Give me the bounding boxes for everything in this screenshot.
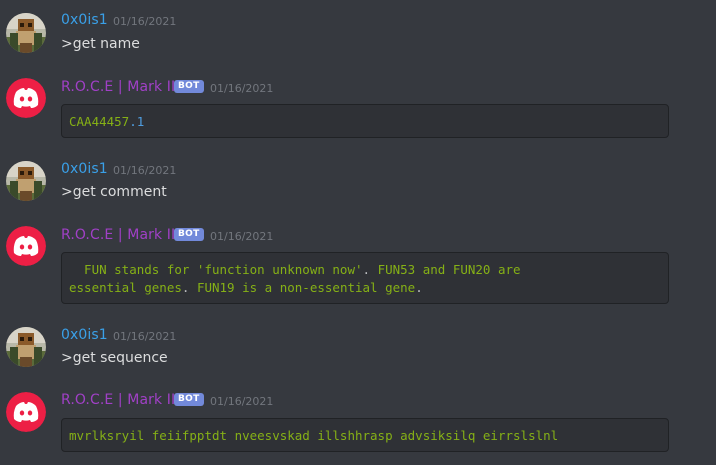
pixel-character-avatar-icon [6,13,46,53]
bot-badge: BOT [174,228,204,241]
code-punct: . [415,280,423,295]
code-block: CAA44457.1 [61,104,669,138]
code-number: .1 [129,114,145,129]
message-user: 0x0is1 01/16/2021 >get comment [0,150,716,218]
message-bot: R.O.C.E | Mark II BOT 01/16/2021 FUN sta… [0,218,716,318]
message-bot: R.O.C.E | Mark II BOT 01/16/2021 CAA4445… [0,70,716,150]
bot-badge: BOT [174,393,204,406]
author-name[interactable]: R.O.C.E | Mark II [61,392,175,408]
discord-logo-icon [6,392,46,432]
bot-avatar[interactable] [6,226,46,266]
message-timestamp: 01/16/2021 [210,395,274,408]
message-timestamp: 01/16/2021 [113,330,177,343]
message-text: >get name [61,36,140,52]
code-text: essential genes [69,280,182,295]
code-text: FUN53 and FUN20 are [377,262,521,277]
discord-logo-icon [6,226,46,266]
code-punct: . [181,280,197,295]
bot-badge: BOT [174,80,204,93]
user-avatar[interactable] [6,161,46,201]
user-avatar[interactable] [6,327,46,367]
message-text: >get sequence [61,350,168,366]
message-bot: R.O.C.E | Mark II BOT 01/16/2021 mvrlksr… [0,384,716,465]
pixel-character-avatar-icon [6,327,46,367]
message-text: >get comment [61,184,167,200]
author-name[interactable]: R.O.C.E | Mark II [61,227,175,243]
message-timestamp: 01/16/2021 [210,230,274,243]
author-name[interactable]: 0x0is1 [61,327,108,343]
bot-avatar[interactable] [6,392,46,432]
code-block: FUN stands for 'function unknown now'. F… [61,252,669,304]
message-user: 0x0is1 01/16/2021 >get name [0,0,716,70]
user-avatar[interactable] [6,13,46,53]
code-text: FUN stands for 'function unknown now' [69,262,363,277]
pixel-character-avatar-icon [6,161,46,201]
message-user: 0x0is1 01/16/2021 >get sequence [0,318,716,384]
author-name[interactable]: R.O.C.E | Mark II [61,79,175,95]
message-timestamp: 01/16/2021 [113,164,177,177]
code-punct: . [362,262,378,277]
chat-message-list: 0x0is1 01/16/2021 >get name R.O.C.E | Ma… [0,0,716,465]
message-timestamp: 01/16/2021 [210,82,274,95]
author-name[interactable]: 0x0is1 [61,161,108,177]
author-name[interactable]: 0x0is1 [61,12,108,28]
discord-logo-icon [6,78,46,118]
code-block: mvrlksryil feiifpptdt nveesvskad illshhr… [61,418,669,452]
code-text: mvrlksryil feiifpptdt nveesvskad illshhr… [69,428,559,443]
bot-avatar[interactable] [6,78,46,118]
message-timestamp: 01/16/2021 [113,15,177,28]
code-text: FUN19 is a non-essential gene [196,280,416,295]
code-text: CAA44457 [69,114,130,129]
